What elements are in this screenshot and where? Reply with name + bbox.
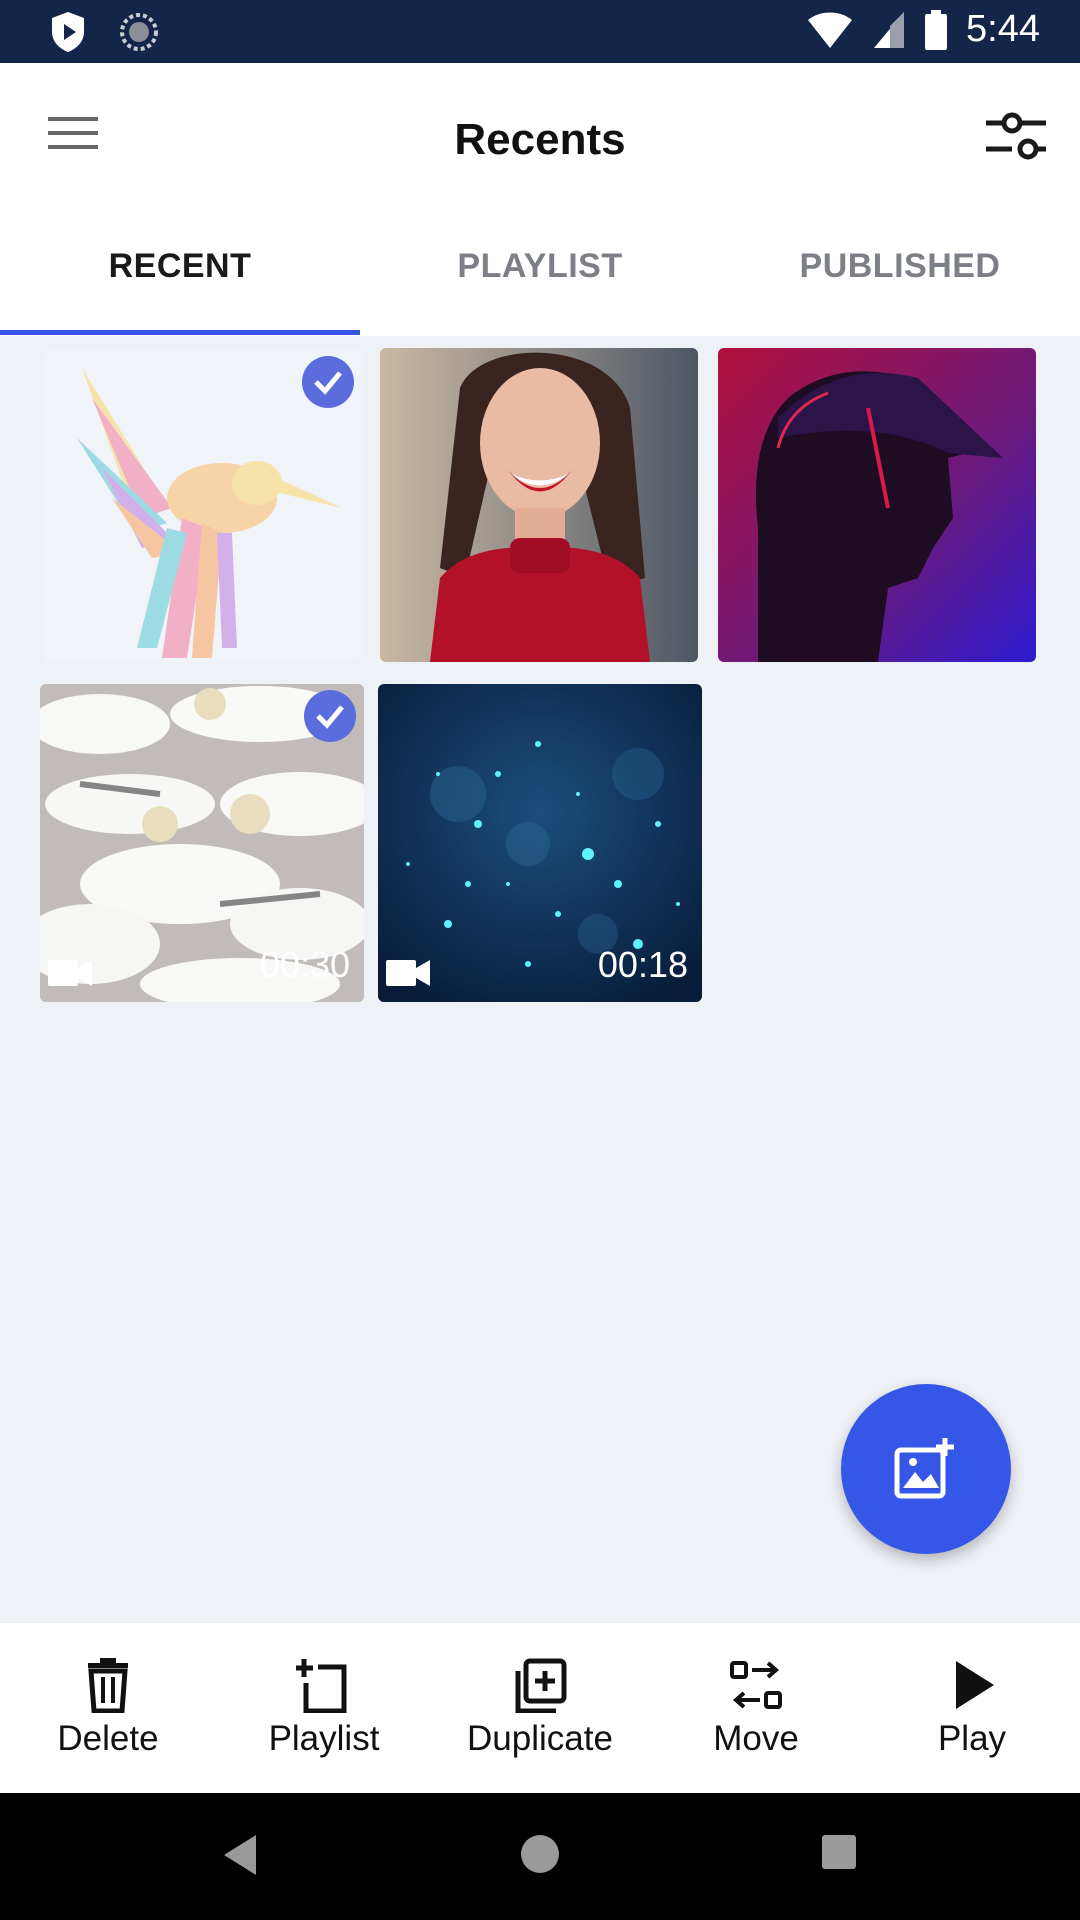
media-tile-particles[interactable]: 00:18 xyxy=(378,684,702,1002)
video-duration: 00:18 xyxy=(597,944,688,985)
shield-play-icon xyxy=(52,12,84,52)
bottom-action-bar: Delete Playlist Duplicate Move Play xyxy=(0,1623,1080,1793)
media-tile-gannets[interactable]: 00:30 xyxy=(40,684,364,1002)
media-tile-man-neon[interactable] xyxy=(718,348,1036,662)
selected-check-icon xyxy=(302,356,354,408)
sync-icon xyxy=(120,13,158,51)
man-neon-image xyxy=(718,348,1036,662)
back-icon[interactable] xyxy=(222,1833,258,1877)
trash-icon xyxy=(88,1658,128,1713)
duplicate-button[interactable]: Duplicate xyxy=(432,1623,648,1793)
home-icon[interactable] xyxy=(519,1833,561,1875)
tab-indicator xyxy=(0,330,360,335)
play-icon xyxy=(956,1661,994,1709)
tab-recent[interactable]: RECENT xyxy=(0,213,360,336)
wifi-icon xyxy=(808,12,853,48)
cell-signal-icon xyxy=(874,11,905,48)
page-title: Recents xyxy=(454,115,626,164)
tab-published[interactable]: PUBLISHED xyxy=(720,213,1080,336)
selected-check-icon xyxy=(304,690,356,742)
video-duration: 00:30 xyxy=(259,944,350,985)
move-icon xyxy=(730,1661,782,1709)
system-nav-bar xyxy=(0,1793,1080,1920)
recents-icon[interactable] xyxy=(820,1833,858,1871)
add-media-button[interactable] xyxy=(841,1384,1011,1554)
tab-bar: RECENT PLAYLIST PUBLISHED xyxy=(0,213,1080,336)
play-button[interactable]: Play xyxy=(864,1623,1080,1793)
media-tile-hummingbird[interactable] xyxy=(42,348,362,662)
media-tile-woman[interactable] xyxy=(380,348,698,662)
video-camera-icon xyxy=(386,960,430,986)
delete-button[interactable]: Delete xyxy=(0,1623,216,1793)
video-camera-icon xyxy=(48,960,92,986)
woman-image xyxy=(380,348,698,662)
app-bar: Recents xyxy=(0,63,1080,213)
move-button[interactable]: Move xyxy=(648,1623,864,1793)
battery-icon xyxy=(925,9,948,50)
add-to-playlist-button[interactable]: Playlist xyxy=(216,1623,432,1793)
duplicate-icon xyxy=(515,1658,567,1713)
add-to-playlist-icon xyxy=(296,1659,347,1713)
status-bar: 5:44 xyxy=(0,0,1080,63)
add-photo-icon xyxy=(894,1438,954,1499)
tab-playlist[interactable]: PLAYLIST xyxy=(360,213,720,336)
status-time: 5:44 xyxy=(966,8,1040,50)
filter-settings-icon[interactable] xyxy=(984,111,1048,161)
